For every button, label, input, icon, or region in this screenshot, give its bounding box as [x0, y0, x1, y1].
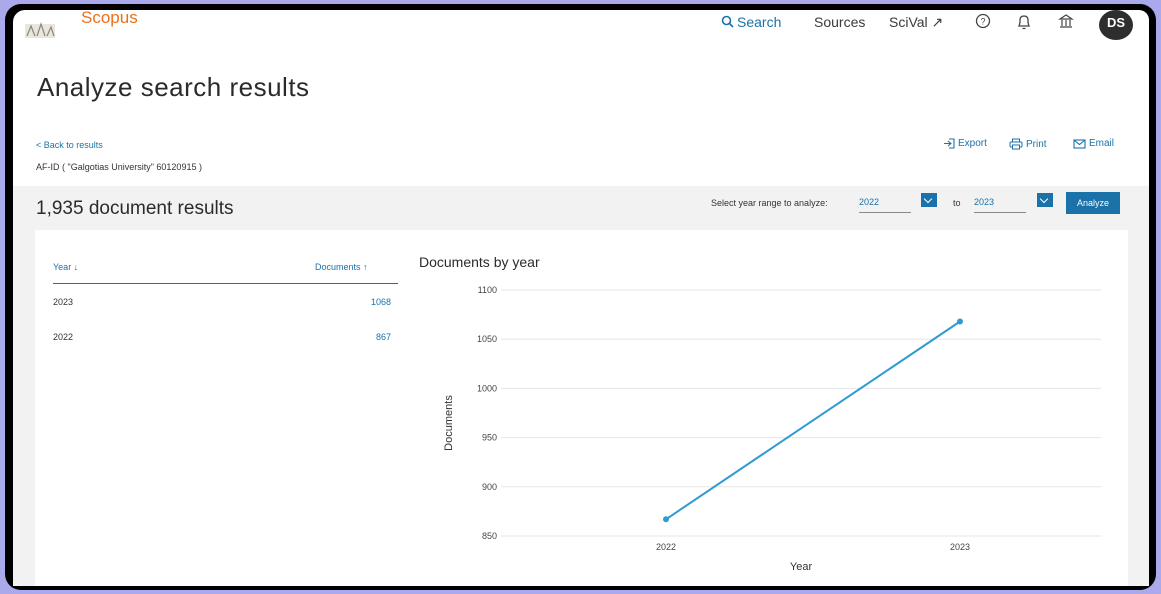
- to-label: to: [953, 198, 961, 208]
- print-icon: [1009, 138, 1023, 150]
- year-column-header[interactable]: Year ↓: [53, 262, 78, 272]
- export-icon: [944, 138, 955, 149]
- y-tick-label: 1050: [477, 334, 497, 344]
- table-row-year: 2023: [53, 297, 74, 307]
- series-line: [665, 320, 961, 521]
- print-label: Print: [1026, 138, 1047, 150]
- email-icon: [1073, 138, 1086, 149]
- documents-by-year-chart: 850 900 950 1000 1050 1100 2022 2023 Year Documen…: [443, 285, 1101, 573]
- x-axis-label: Year: [790, 561, 813, 573]
- to-year-select[interactable]: 2023: [974, 193, 1026, 213]
- table-header-divider: [53, 283, 398, 284]
- nav-sources[interactable]: Sources: [814, 14, 865, 30]
- results-count: 1,935 document results: [36, 198, 234, 219]
- from-year-dropdown-icon[interactable]: [921, 193, 937, 207]
- page-title: Analyze search results: [37, 72, 310, 102]
- print-button[interactable]: Print: [1009, 138, 1047, 150]
- analyze-button[interactable]: Analyze: [1066, 192, 1120, 214]
- y-axis-label: Documents: [443, 395, 455, 451]
- table-row-year: 2022: [53, 332, 74, 342]
- data-point: [957, 318, 963, 325]
- email-button[interactable]: Email: [1073, 138, 1114, 149]
- y-tick-label: 950: [482, 433, 497, 443]
- svg-text:?: ?: [980, 17, 985, 27]
- search-icon[interactable]: [721, 15, 734, 28]
- x-tick-label: 2023: [950, 542, 970, 552]
- year-range-label: Select year range to analyze:: [711, 198, 828, 208]
- export-button[interactable]: Export: [943, 138, 987, 149]
- nav-search[interactable]: Search: [737, 14, 781, 30]
- search-query: AF-ID ( "Galgotias University" 60120915 …: [36, 162, 202, 172]
- table-row-docs[interactable]: 1068: [331, 297, 391, 307]
- to-year-dropdown-icon[interactable]: [1037, 193, 1053, 207]
- help-icon[interactable]: ?: [975, 13, 991, 29]
- from-year-select[interactable]: 2022: [859, 193, 911, 213]
- user-avatar[interactable]: DS: [1099, 10, 1133, 40]
- y-tick-label: 900: [482, 482, 497, 492]
- documents-column-header[interactable]: Documents ↑: [315, 262, 368, 272]
- export-label: Export: [958, 138, 987, 149]
- y-tick-label: 850: [482, 531, 497, 541]
- y-tick-label: 1000: [477, 383, 497, 393]
- x-tick-label: 2022: [656, 542, 676, 552]
- back-to-results-link[interactable]: < Back to results: [36, 140, 103, 150]
- data-point: [663, 516, 669, 523]
- browser-screen: Scopus Search Sources SciVal ↗ ? DS Anal…: [13, 10, 1149, 586]
- top-nav: Scopus Search Sources SciVal ↗ ? DS: [13, 10, 1149, 44]
- nav-scival[interactable]: SciVal ↗: [889, 14, 943, 31]
- table-row-docs[interactable]: 867: [331, 332, 391, 342]
- email-label: Email: [1089, 138, 1115, 149]
- y-tick-label: 1100: [478, 285, 497, 295]
- scopus-logo-text[interactable]: Scopus: [81, 10, 138, 28]
- bell-icon[interactable]: [1016, 13, 1032, 31]
- chart-title: Documents by year: [419, 254, 540, 270]
- institution-icon[interactable]: [1058, 13, 1074, 29]
- elsevier-logo[interactable]: [23, 18, 59, 40]
